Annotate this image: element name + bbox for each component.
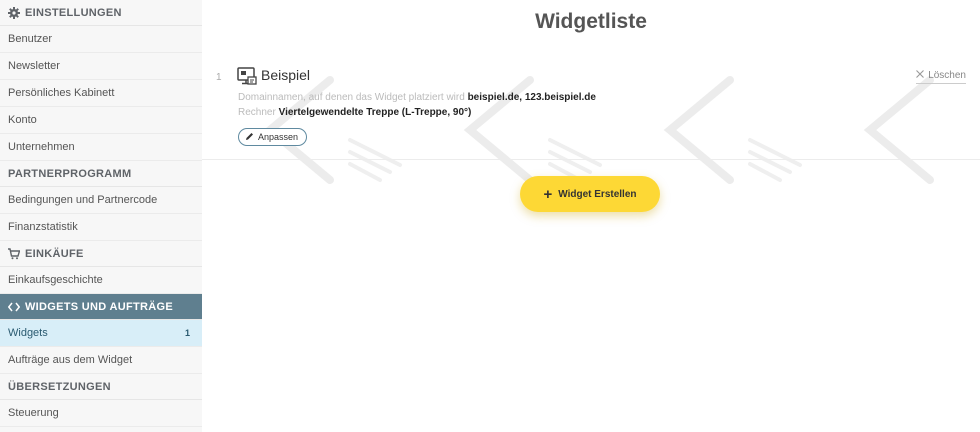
sidebar-item-control[interactable]: Steuerung	[0, 400, 202, 427]
row-index: 1	[216, 72, 222, 83]
sidebar-section-purchases: EINKÄUFE	[0, 241, 202, 267]
close-icon	[916, 70, 925, 81]
domains-value: beispiel.de, 123.beispiel.de	[467, 92, 596, 103]
sidebar-section-settings: EINSTELLUNGEN	[0, 0, 202, 26]
create-widget-label: Widget Erstellen	[558, 188, 637, 200]
delete-button[interactable]: Löschen	[916, 70, 966, 84]
sidebar-section-title: PARTNERPROGRAMM	[8, 167, 132, 180]
sidebar: EINSTELLUNGEN Benutzer Newsletter Persön…	[0, 0, 202, 432]
create-widget-button[interactable]: + Widget Erstellen	[520, 176, 660, 212]
widget-row: 1 Beispiel Löschen Domainnamen, auf dene…	[202, 58, 980, 160]
sidebar-item-widgets[interactable]: Widgets 1	[0, 320, 202, 347]
monitor-widget-icon	[237, 67, 257, 85]
code-icon	[8, 301, 20, 313]
sidebar-item-company[interactable]: Unternehmen	[0, 134, 202, 161]
sidebar-section-partner-program: PARTNERPROGRAMM	[0, 161, 202, 187]
adjust-label: Anpassen	[258, 132, 299, 142]
pencil-icon	[245, 132, 254, 143]
main-content: Widgetliste 1 Beispiel Löschen Domainnam…	[202, 0, 980, 432]
sidebar-item-newsletter[interactable]: Newsletter	[0, 53, 202, 80]
sidebar-item-widget-orders[interactable]: Aufträge aus dem Widget	[0, 347, 202, 374]
domains-label: Domainnamen, auf denen das Widget platzi…	[238, 92, 465, 103]
sidebar-section-title: WIDGETS UND AUFTRÄGE	[25, 300, 173, 313]
widget-count-badge: 1	[184, 328, 190, 338]
sidebar-item-terms-partner-code[interactable]: Bedingungen und Partnercode	[0, 187, 202, 214]
widget-name[interactable]: Beispiel	[261, 67, 310, 83]
adjust-button[interactable]: Anpassen	[238, 128, 308, 146]
delete-label: Löschen	[928, 70, 966, 81]
calculator-label: Rechner	[238, 107, 276, 118]
sidebar-item-account[interactable]: Konto	[0, 107, 202, 134]
gear-icon	[8, 6, 20, 19]
sidebar-section-title: EINSTELLUNGEN	[25, 6, 122, 19]
sidebar-section-title: EINKÄUFE	[25, 247, 84, 260]
sidebar-section-widgets-orders: WIDGETS UND AUFTRÄGE	[0, 294, 202, 320]
widget-calculator: Rechner Viertelgewendelte Treppe (L-Trep…	[238, 107, 471, 118]
cart-icon	[8, 247, 20, 260]
widget-domains: Domainnamen, auf denen das Widget platzi…	[238, 92, 596, 103]
sidebar-section-title: ÜBERSETZUNGEN	[8, 380, 111, 393]
calculator-value: Viertelgewendelte Treppe (L-Treppe, 90°)	[278, 107, 472, 118]
sidebar-item-financial-statistics[interactable]: Finanzstatistik	[0, 214, 202, 241]
sidebar-item-users[interactable]: Benutzer	[0, 26, 202, 53]
sidebar-item-personal-cabinet[interactable]: Persönliches Kabinett	[0, 80, 202, 107]
sidebar-item-purchase-history[interactable]: Einkaufsgeschichte	[0, 267, 202, 294]
sidebar-section-translations: ÜBERSETZUNGEN	[0, 374, 202, 400]
plus-icon: +	[543, 185, 553, 203]
sidebar-item-label: Widgets	[8, 327, 48, 339]
page-title: Widgetliste	[535, 10, 647, 33]
